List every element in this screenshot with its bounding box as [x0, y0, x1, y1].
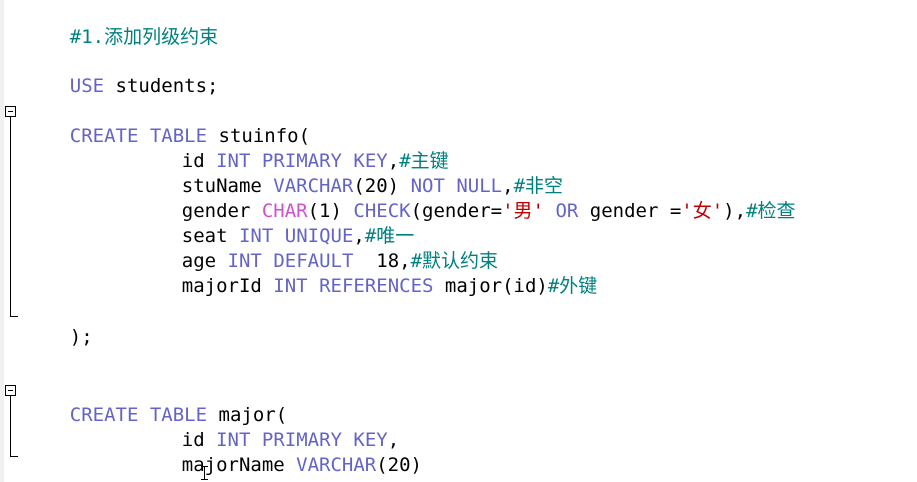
- keyword-use: USE: [69, 75, 105, 97]
- fold-guide-line: [10, 117, 11, 316]
- keyword-varchar: VARCHAR: [296, 454, 377, 476]
- string-literal: '男': [502, 200, 544, 222]
- fold-collapse-icon[interactable]: [5, 106, 16, 117]
- type-size: (20): [376, 454, 422, 476]
- code-line-5[interactable]: stuName VARCHAR(20) NOT NULL,#非空: [24, 149, 563, 197]
- code-line-2[interactable]: USE students;: [24, 49, 219, 97]
- code-line-14[interactable]: );: [24, 453, 93, 482]
- code-line-10[interactable]: );: [24, 300, 93, 348]
- identifier-text: students;: [104, 75, 219, 97]
- closing-paren: );: [69, 326, 93, 348]
- code-line-6[interactable]: gender CHAR(1) CHECK(gender='男' OR gende…: [24, 174, 796, 222]
- code-line-3[interactable]: CREATE TABLE stuinfo(: [24, 99, 310, 147]
- comment-text: #1.添加列级约束: [69, 26, 219, 48]
- keyword-or: OR: [555, 200, 579, 222]
- code-line-4[interactable]: id INT PRIMARY KEY,#主键: [24, 124, 449, 172]
- code-line-1[interactable]: #1.添加列级约束: [24, 0, 218, 48]
- reference-target: major(id): [433, 275, 548, 297]
- fold-guide-line: [10, 396, 11, 456]
- code-line-13[interactable]: majorName VARCHAR(20): [24, 428, 422, 476]
- code-line-8[interactable]: age INT DEFAULT 18,#默认约束: [24, 224, 498, 272]
- keyword-int: INT: [273, 275, 308, 297]
- comment-text: #外键: [547, 275, 598, 297]
- code-line-11[interactable]: CREATE TABLE major(: [24, 378, 287, 426]
- editor-gutter: [0, 0, 4, 482]
- code-line-9[interactable]: majorId INT REFERENCES major(id)#外键: [24, 249, 598, 297]
- comment-text: #检查: [746, 200, 796, 222]
- expression-text: gender =: [578, 200, 682, 222]
- keyword-references: REFERENCES: [319, 275, 434, 297]
- fold-end-marker: [10, 456, 18, 457]
- column-name: majorName: [181, 454, 297, 476]
- fold-end-marker: [10, 316, 18, 317]
- expression-text: (gender=: [410, 200, 503, 222]
- column-name: majorId: [181, 275, 274, 297]
- string-literal: '女': [681, 200, 724, 222]
- code-line-7[interactable]: seat INT UNIQUE,#唯一: [24, 199, 415, 247]
- text-cursor-icon: [200, 466, 210, 482]
- punctuation: ),: [723, 200, 747, 222]
- code-editor[interactable]: #1.添加列级约束 USE students; CREATE TABLE stu…: [0, 0, 917, 482]
- fold-collapse-icon[interactable]: [5, 385, 16, 396]
- code-line-12[interactable]: id INT PRIMARY KEY,: [24, 403, 399, 451]
